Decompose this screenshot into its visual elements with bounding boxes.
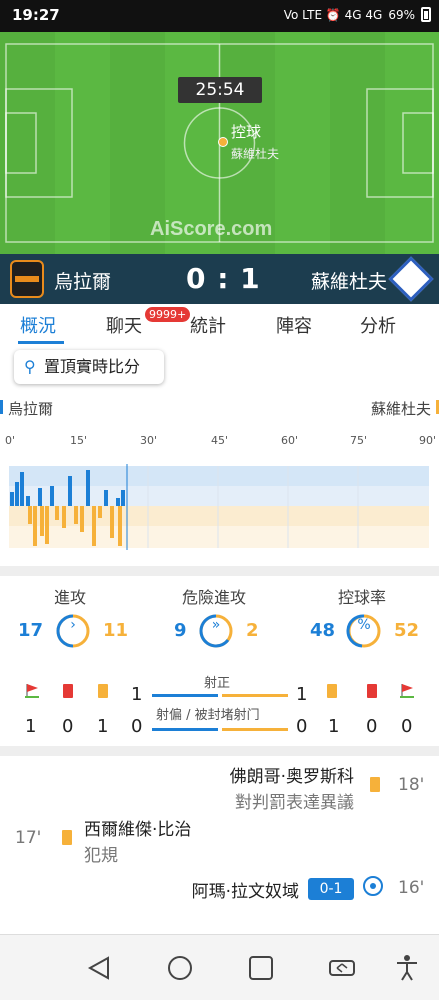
tab-bar: 概況 聊天 9999+ 統計 陣容 分析 xyxy=(0,304,439,344)
event-detail: 犯規 xyxy=(84,846,118,866)
shots-on-target-away: 1 xyxy=(296,684,308,705)
yellow-card-icon xyxy=(370,777,380,792)
shots-off-away: 0 xyxy=(296,716,308,737)
score: 0 : 1 xyxy=(186,262,261,295)
possession-title: 控球率 xyxy=(338,588,387,607)
home-icon[interactable] xyxy=(165,953,195,983)
pin-button-label: 置頂實時比分 xyxy=(44,357,141,376)
shots-on-target-home: 1 xyxy=(131,684,143,705)
percent-icon: % xyxy=(357,617,371,633)
yellow-card-icon xyxy=(98,684,108,698)
corner-flag-icon xyxy=(400,684,414,698)
minute-tick: 90' xyxy=(419,434,437,447)
tab-stats[interactable]: 統計 xyxy=(190,312,226,338)
minute-tick: 60' xyxy=(281,434,299,447)
dangerous-attack-away: 2 xyxy=(246,620,259,641)
possession-home: 48 xyxy=(310,620,336,641)
event-player[interactable]: 西爾維傑·比治 xyxy=(84,815,191,840)
shots-off-away-bar xyxy=(222,728,288,731)
event-score: 0-1 xyxy=(308,878,354,900)
home-red-cards: 0 xyxy=(62,716,74,737)
home-team-logo[interactable] xyxy=(10,260,44,298)
event-player[interactable]: 佛朗哥·奥罗斯科 xyxy=(230,762,354,787)
red-card-icon xyxy=(63,684,73,698)
battery-level: 69% xyxy=(388,7,415,22)
goal-ball-icon xyxy=(363,876,383,896)
minute-tick: 15' xyxy=(70,434,88,447)
minute-tick: 30' xyxy=(140,434,158,447)
shots-off-home-bar xyxy=(152,728,218,731)
minute-tick: 75' xyxy=(350,434,368,447)
tab-chat[interactable]: 聊天 xyxy=(106,312,142,338)
shots-on-target-home-bar xyxy=(152,694,218,697)
shots-off-label: 射偏 / 被封堵射门 xyxy=(156,708,260,723)
watermark: AiScore.com xyxy=(150,218,273,240)
chevron-right-icon: › xyxy=(70,617,76,633)
home-team-name[interactable]: 烏拉爾 xyxy=(54,267,111,294)
home-color-mark xyxy=(0,400,3,414)
double-chevron-icon: » xyxy=(211,617,221,633)
pin-live-score-button[interactable]: ⚲ 置頂實時比分 xyxy=(14,350,164,384)
home-corners: 1 xyxy=(25,716,37,737)
momentum-away-label: 蘇維杜夫 xyxy=(370,400,431,418)
system-nav-bar xyxy=(0,934,439,1000)
tab-analysis[interactable]: 分析 xyxy=(360,312,396,338)
pin-icon: ⚲ xyxy=(24,357,36,376)
minute-tick: 0' xyxy=(5,434,16,447)
yellow-card-icon xyxy=(327,684,337,698)
attack-home: 17 xyxy=(18,620,44,641)
scoreboard: 烏拉爾 0 : 1 蘇維杜夫 xyxy=(0,254,439,304)
away-team-name[interactable]: 蘇維杜夫 xyxy=(311,267,387,294)
attack-title: 進攻 xyxy=(54,588,87,607)
back-icon[interactable] xyxy=(84,953,114,983)
event-minute: 18' xyxy=(398,775,425,795)
dangerous-attack-title: 危險進攻 xyxy=(182,588,247,607)
network-indicators: Vo LTE ⏰ 4G 4G xyxy=(283,7,383,22)
shots-off-home: 0 xyxy=(131,716,143,737)
momentum-chart xyxy=(9,464,429,550)
event-minute: 17' xyxy=(15,828,42,848)
tab-overview[interactable]: 概況 xyxy=(20,312,56,338)
momentum-home-label: 烏拉爾 xyxy=(8,400,54,418)
possession-away: 52 xyxy=(394,620,420,641)
minute-tick: 45' xyxy=(211,434,229,447)
event-detail: 對判罰表達異議 xyxy=(235,793,354,813)
event-minute: 16' xyxy=(398,878,425,898)
section-divider xyxy=(0,746,439,756)
status-indicators: Vo LTE ⏰ 4G 4G 69% xyxy=(284,7,431,22)
ball-position-dot xyxy=(218,137,228,147)
shots-on-target-away-bar xyxy=(222,694,288,697)
switch-apps-icon[interactable] xyxy=(327,953,357,983)
live-pitch: 25:54 控球 蘇維杜夫 AiScore.com xyxy=(0,32,439,254)
red-card-icon xyxy=(367,684,377,698)
battery-icon xyxy=(421,7,431,22)
accessibility-icon[interactable] xyxy=(392,953,422,983)
corner-flag-icon xyxy=(25,684,39,698)
away-team-logo[interactable] xyxy=(388,256,434,302)
status-bar: 19:27 Vo LTE ⏰ 4G 4G 69% xyxy=(0,0,439,32)
possession-team: 蘇維杜夫 xyxy=(231,147,280,161)
dangerous-attack-home: 9 xyxy=(174,620,187,641)
shots-on-target-label: 射正 xyxy=(204,676,231,691)
away-yellow-cards: 1 xyxy=(328,716,340,737)
active-tab-indicator xyxy=(18,341,64,344)
event-player[interactable]: 阿瑪·拉文奴域 xyxy=(192,877,299,902)
recents-icon[interactable] xyxy=(246,953,276,983)
tab-lineup[interactable]: 陣容 xyxy=(276,312,312,338)
away-corners: 0 xyxy=(401,716,413,737)
section-divider xyxy=(0,566,439,576)
match-clock: 25:54 xyxy=(178,77,262,103)
status-time: 19:27 xyxy=(12,6,60,24)
away-red-cards: 0 xyxy=(366,716,378,737)
home-yellow-cards: 1 xyxy=(97,716,109,737)
attack-away: 11 xyxy=(103,620,129,641)
chat-badge: 9999+ xyxy=(145,307,191,322)
possession-label: 控球 xyxy=(231,123,262,141)
yellow-card-icon xyxy=(62,830,72,845)
